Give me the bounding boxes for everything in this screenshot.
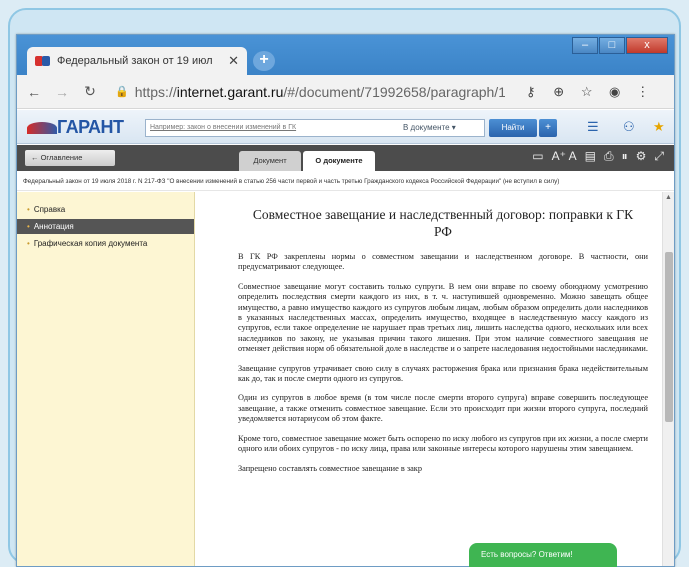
minimize-button[interactable]: – (572, 37, 598, 54)
garant-logo[interactable]: ГАРАНТ (27, 116, 124, 138)
toc-button[interactable]: ← Оглавление (25, 150, 115, 166)
scope-select[interactable]: В документе ▾ (403, 120, 475, 136)
tab-title: Федеральный закон от 19 июл (57, 55, 213, 67)
tab-close-icon[interactable]: ✕ (228, 53, 239, 69)
content-scrollbar[interactable]: ▲ (662, 192, 674, 566)
print-icon[interactable]: ⎙ (604, 149, 614, 164)
pause-icon[interactable]: ⏸ (622, 149, 628, 164)
advanced-search-button[interactable]: + (539, 119, 557, 137)
list-icon[interactable]: ☰ (587, 119, 599, 135)
article-paragraph: Кроме того, совместное завещание может б… (238, 433, 648, 454)
new-tab-button[interactable]: + (253, 51, 275, 71)
account-icon[interactable]: ◉ (601, 84, 629, 100)
settings-icon[interactable]: ⚙ (636, 149, 647, 164)
folder-icon[interactable]: ▭ (532, 149, 543, 164)
font-size-controls[interactable]: A⁺ A (552, 149, 577, 164)
sidebar-item-reference[interactable]: • Справка (17, 202, 194, 217)
browser-window: Федеральный закон от 19 июл ✕ + – □ x ← … (16, 34, 675, 567)
article-content: Совместное завещание и наследственный до… (196, 192, 664, 566)
menu-dots-icon[interactable]: ⋮ (629, 84, 657, 100)
article-title: Совместное завещание и наследственный до… (252, 207, 634, 239)
article-paragraph: В ГК РФ закреплены нормы о совместном за… (238, 252, 648, 272)
back-arrow-icon[interactable]: ← (23, 84, 45, 100)
key-icon[interactable]: ⚷ (517, 84, 545, 100)
window-close-button[interactable]: x (626, 37, 668, 54)
garant-logo-text: ГАРАНТ (57, 117, 124, 137)
browser-titlebar: Федеральный закон от 19 июл ✕ + – □ x (17, 35, 674, 75)
article-paragraph: Один из супругов в любое время (в том чи… (238, 393, 648, 424)
sidebar-item-annotation[interactable]: • Аннотация (17, 219, 194, 234)
star-bookmark-icon[interactable]: ☆ (573, 84, 601, 100)
scroll-up-icon[interactable]: ▲ (663, 192, 674, 204)
sidebar: • Справка • Аннотация • Графическая копия д… (17, 192, 195, 566)
scrollbar-thumb[interactable] (665, 252, 673, 422)
article-paragraph: Завещание супругов утрачивает свою силу … (238, 363, 648, 384)
save-icon[interactable]: ▤ (585, 149, 596, 164)
reload-icon[interactable]: ↻ (79, 83, 101, 100)
document-tabbar: ← Оглавление Документ О документе ▭ A⁺ A… (17, 145, 674, 171)
forward-arrow-icon[interactable]: → (51, 84, 73, 100)
garant-toolbar: ГАРАНТ Например: закон о внесении измене… (17, 110, 674, 144)
address-bar: ← → ↻ 🔒 https://internet.garant.ru/#/doc… (17, 75, 674, 109)
expand-icon[interactable]: ⤢ (654, 149, 664, 164)
tab-document[interactable]: Документ (239, 151, 301, 171)
url-field[interactable]: https://internet.garant.ru/#/document/71… (135, 84, 505, 100)
browser-tab[interactable]: Федеральный закон от 19 июл ✕ (27, 47, 247, 75)
star-notification-icon[interactable]: ★ (653, 119, 665, 135)
lock-icon: 🔒 (115, 86, 129, 98)
tab-about-document[interactable]: О документе (303, 151, 375, 171)
chat-button[interactable]: Есть вопросы? Ответим! (469, 543, 617, 567)
article-paragraph: Совместное завещание могут составить тол… (238, 281, 648, 354)
garant-logo-swoosh-icon (27, 122, 57, 134)
find-button[interactable]: Найти (489, 119, 537, 137)
window-controls: – □ x (571, 37, 668, 54)
bullet-icon: • (27, 205, 30, 214)
maximize-button[interactable]: □ (599, 37, 625, 54)
document-info-line: Федеральный закон от 19 июля 2018 г. N 2… (17, 171, 674, 191)
article-paragraph: Запрещено составлять совместное завещани… (238, 463, 422, 473)
bullet-icon: • (27, 239, 30, 248)
zoom-icon[interactable]: ⊕ (545, 84, 573, 100)
sidebar-item-graphic-copy[interactable]: • Графическая копия документа (17, 236, 194, 251)
users-icon[interactable]: ⚇ (623, 119, 635, 135)
bullet-icon: • (27, 222, 30, 231)
garant-favicon-icon (35, 56, 51, 66)
